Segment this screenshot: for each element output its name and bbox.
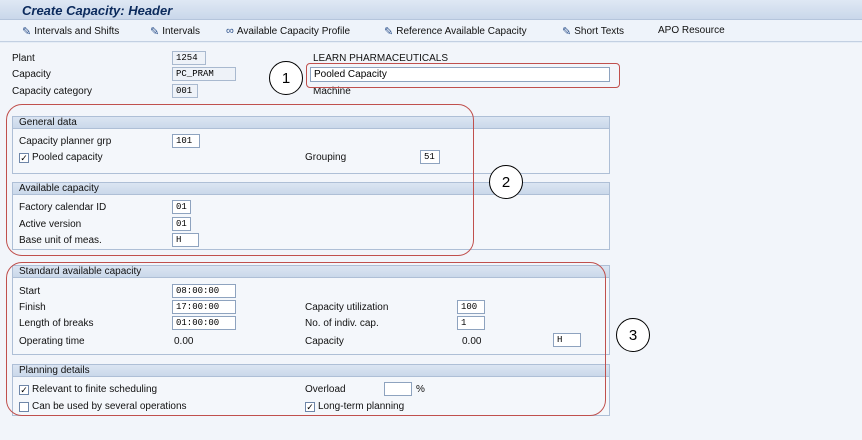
length-of-breaks-label: Length of breaks: [19, 318, 94, 329]
plant-name: LEARN PHARMACEUTICALS: [313, 53, 449, 64]
intervals-label: Intervals: [162, 26, 201, 37]
finite-scheduling-checkbox[interactable]: ✓: [19, 385, 29, 395]
capacity-utilization-label: Capacity utilization: [305, 302, 389, 313]
overload-unit: %: [416, 384, 425, 395]
annotation-badge-3: 3: [616, 318, 650, 352]
factory-calendar-label: Factory calendar ID: [19, 202, 107, 213]
capacity-category-label: Capacity category: [12, 86, 93, 97]
grouping-label: Grouping: [305, 152, 347, 163]
capacity-field[interactable]: PC_PRAM: [172, 67, 236, 81]
general-data-title: General data: [19, 117, 77, 128]
overload-label: Overload: [305, 384, 346, 395]
planning-details-title: Planning details: [19, 365, 90, 376]
base-unit-label: Base unit of meas.: [19, 235, 102, 246]
pencil-icon: ✎: [150, 26, 160, 38]
available-capacity-profile-label: Available Capacity Profile: [236, 25, 351, 37]
indiv-capacities-label: No. of indiv. cap.: [305, 318, 379, 329]
annotation-badge-1: 1: [269, 61, 303, 95]
pencil-icon: ✎: [384, 26, 394, 38]
base-unit-field[interactable]: H: [172, 233, 199, 247]
standard-available-capacity-title: Standard available capacity: [19, 266, 142, 277]
operating-time-value: 0.00: [174, 336, 194, 347]
plant-field[interactable]: 1254: [172, 51, 206, 65]
window-title: Create Capacity: Header: [22, 3, 173, 18]
short-texts-button[interactable]: ✎ Short Texts: [562, 25, 624, 38]
active-version-field[interactable]: 01: [172, 217, 191, 231]
short-texts-label: Short Texts: [574, 26, 625, 37]
glasses-icon: ∞: [226, 25, 234, 37]
finite-scheduling-label: Relevant to finite scheduling: [32, 384, 158, 395]
available-capacity-title: Available capacity: [19, 183, 99, 194]
capacity-unit-field[interactable]: H: [553, 333, 581, 347]
plant-label: Plant: [12, 53, 35, 64]
start-label: Start: [19, 286, 41, 297]
active-version-label: Active version: [19, 219, 82, 230]
several-operations-checkbox[interactable]: [19, 402, 29, 412]
available-capacity-profile-button[interactable]: ∞ Available Capacity Profile: [226, 25, 350, 37]
indiv-capacities-field[interactable]: 1: [457, 316, 485, 330]
reference-available-capacity-button[interactable]: ✎ Reference Available Capacity: [384, 25, 527, 38]
capacity-category-field[interactable]: 001: [172, 84, 198, 98]
application-toolbar: ✎ Intervals and Shifts ✎ Intervals ∞ Ava…: [0, 20, 862, 42]
annotation-badge-2: 2: [489, 165, 523, 199]
capacity-planner-grp-label: Capacity planner grp: [19, 136, 112, 147]
finish-label: Finish: [19, 302, 46, 313]
pencil-icon: ✎: [562, 26, 572, 38]
capacity-category-name: Machine: [313, 86, 351, 97]
title-bar: Create Capacity: Header: [0, 0, 862, 20]
start-time-field[interactable]: 08:00:00: [172, 284, 236, 298]
long-term-planning-label: Long-term planning: [318, 401, 405, 412]
pooled-capacity-checkbox[interactable]: ✓: [19, 153, 29, 163]
overload-field[interactable]: [384, 382, 412, 396]
intervals-and-shifts-button[interactable]: ✎ Intervals and Shifts: [22, 25, 119, 38]
pencil-icon: ✎: [22, 26, 32, 38]
capacity-planner-grp-field[interactable]: 101: [172, 134, 200, 148]
apo-resource-button[interactable]: APO Resource: [658, 25, 725, 36]
long-term-planning-checkbox[interactable]: ✓: [305, 402, 315, 412]
capacity-total-label: Capacity: [305, 336, 344, 347]
apo-resource-label: APO Resource: [658, 25, 725, 36]
grouping-field[interactable]: 51: [420, 150, 440, 164]
intervals-and-shifts-label: Intervals and Shifts: [34, 26, 120, 37]
finish-time-field[interactable]: 17:00:00: [172, 300, 236, 314]
capacity-label: Capacity: [12, 69, 51, 80]
intervals-button[interactable]: ✎ Intervals: [150, 25, 200, 38]
several-operations-label: Can be used by several operations: [32, 401, 187, 412]
factory-calendar-field[interactable]: 01: [172, 200, 191, 214]
length-of-breaks-field[interactable]: 01:00:00: [172, 316, 236, 330]
reference-available-capacity-label: Reference Available Capacity: [396, 26, 527, 37]
capacity-utilization-field[interactable]: 100: [457, 300, 485, 314]
pooled-capacity-label: Pooled capacity: [32, 152, 103, 163]
capacity-total-value: 0.00: [462, 336, 482, 347]
capacity-description-input[interactable]: [310, 67, 610, 82]
operating-time-label: Operating time: [19, 336, 85, 347]
